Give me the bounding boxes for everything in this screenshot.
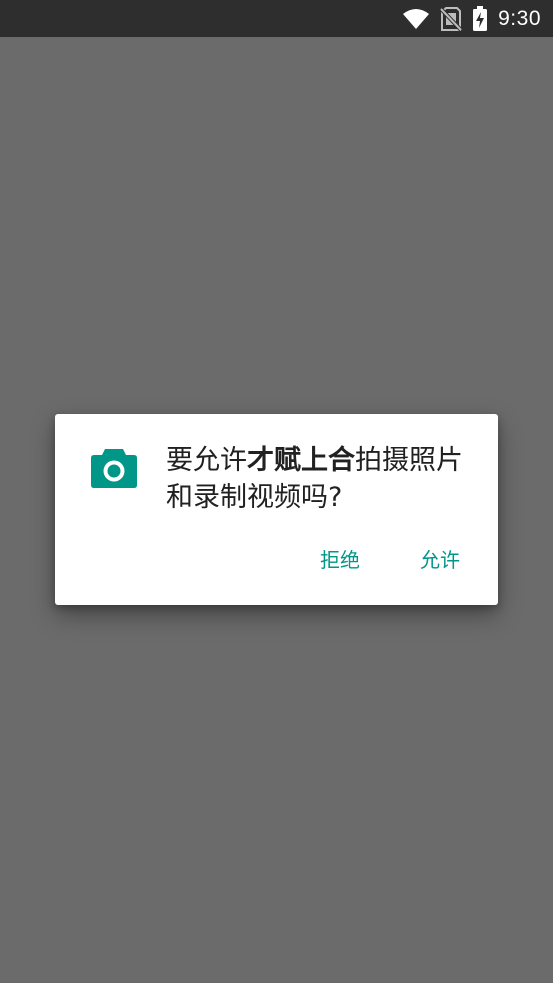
status-bar: 9:30 [0, 0, 553, 37]
deny-button[interactable]: 拒绝 [308, 536, 372, 581]
status-icons: 9:30 [402, 0, 541, 37]
battery-charging-icon [472, 5, 488, 32]
allow-button[interactable]: 允许 [408, 536, 472, 581]
dialog-message: 要允许才赋上合拍摄照片和录制视频吗? [166, 442, 486, 516]
permission-dialog: 要允许才赋上合拍摄照片和录制视频吗? 拒绝 允许 [55, 414, 498, 605]
no-sim-icon [440, 6, 463, 31]
message-prefix: 要允许 [166, 445, 247, 476]
status-time: 9:30 [498, 6, 541, 30]
dialog-actions: 拒绝 允许 [272, 536, 472, 581]
app-name: 才赋上合 [247, 445, 355, 476]
wifi-icon [402, 8, 430, 30]
camera-icon [90, 445, 138, 491]
